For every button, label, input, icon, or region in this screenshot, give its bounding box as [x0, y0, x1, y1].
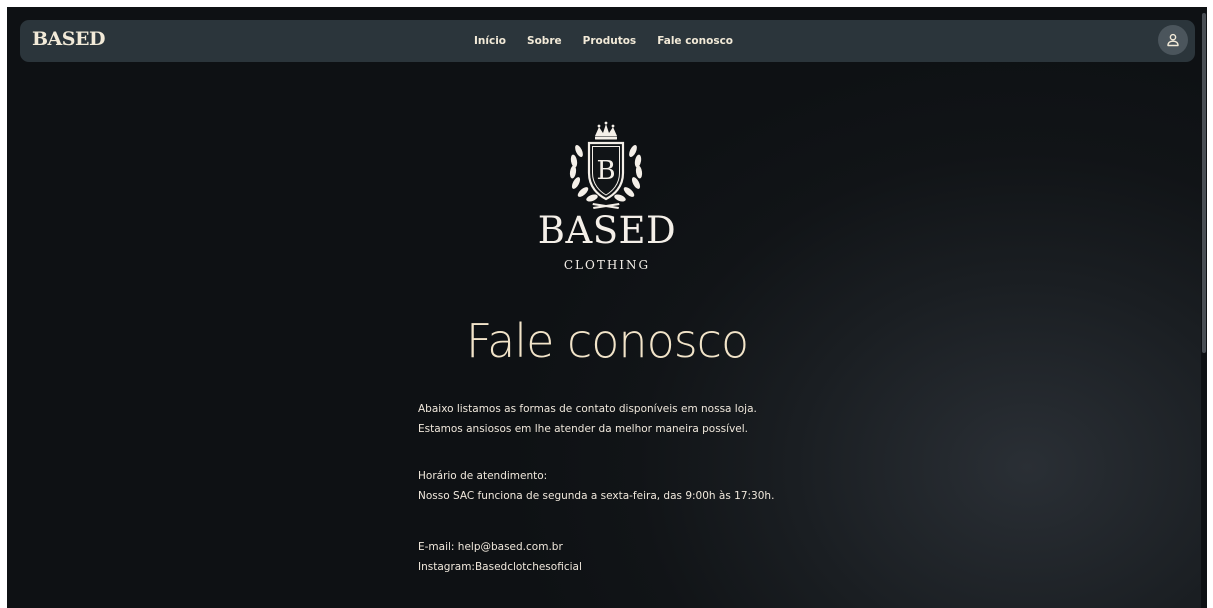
contact-email: E-mail: help@based.com.br: [418, 541, 563, 553]
contact-block: E-mail: help@based.com.br Instagram:Base…: [418, 537, 838, 577]
brand-logo-text[interactable]: BASED: [32, 28, 105, 50]
intro-line-1: Abaixo listamos as formas de contato dis…: [418, 403, 757, 415]
page-viewport: BASED Início Sobre Produtos Fale conosco: [7, 7, 1207, 608]
logo-brand-name: BASED: [537, 209, 677, 252]
logo-monogram: B: [596, 156, 615, 186]
page-title: Fale conosco: [465, 314, 749, 368]
scrollbar-thumb[interactable]: [1202, 13, 1206, 353]
nav-link-inicio[interactable]: Início: [474, 35, 506, 47]
based-crest-logo: B: [569, 121, 643, 209]
navbar: BASED Início Sobre Produtos Fale conosco: [20, 20, 1195, 62]
hours-label: Horário de atendimento:: [418, 470, 548, 482]
shield-icon: B: [587, 141, 625, 201]
user-account-button[interactable]: [1158, 25, 1188, 55]
nav-link-produtos[interactable]: Produtos: [583, 35, 637, 47]
nav-link-sobre[interactable]: Sobre: [527, 35, 562, 47]
user-icon: [1167, 33, 1179, 47]
intro-text: Abaixo listamos as formas de contato dis…: [418, 399, 838, 439]
intro-line-2: Estamos ansiosos em lhe atender da melho…: [418, 423, 748, 435]
hours-block: Horário de atendimento: Nosso SAC funcio…: [418, 466, 838, 506]
nav-links: Início Sobre Produtos Fale conosco: [474, 20, 733, 62]
hours-text: Nosso SAC funciona de segunda a sexta-fe…: [418, 490, 775, 502]
logo-subtitle: CLOTHING: [563, 258, 651, 272]
vertical-scrollbar[interactable]: [1201, 7, 1207, 608]
contact-instagram: Instagram:Basedclotchesoficial: [418, 561, 582, 573]
nav-link-fale-conosco[interactable]: Fale conosco: [657, 35, 733, 47]
crown-icon: [595, 121, 617, 140]
